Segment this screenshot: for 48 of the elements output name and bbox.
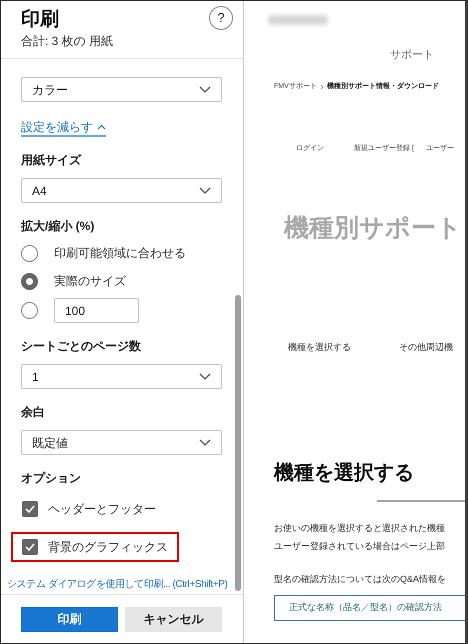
chevron-right-icon	[320, 84, 324, 90]
radio-button[interactable]	[21, 244, 38, 262]
scrollbar-thumb[interactable]	[235, 295, 241, 591]
print-button[interactable]: 印刷	[21, 606, 118, 632]
dropdown-value: A4	[32, 182, 47, 200]
section-label: シートごとのページ数	[21, 338, 142, 354]
site-label: サポート	[390, 48, 435, 63]
page-tab[interactable]: その他周辺機	[399, 340, 453, 354]
dropdown[interactable]: 1	[21, 364, 222, 389]
scale-input[interactable]: 100	[54, 298, 139, 323]
radio-label: 印刷可能領域に合わせる	[54, 245, 186, 262]
radio-button[interactable]	[21, 272, 38, 290]
dropdown[interactable]: カラー	[21, 77, 222, 102]
chevron-down-icon	[199, 86, 211, 93]
chevron-down-icon	[199, 439, 211, 446]
help-button[interactable]: ?	[209, 6, 233, 30]
dropdown[interactable]: 既定値	[21, 430, 222, 455]
radio-button[interactable]	[21, 302, 38, 319]
note-text: 型名の確認方法については次のQ&A情報を	[274, 573, 448, 586]
chevron-down-icon	[199, 373, 211, 380]
section-label: 余白	[21, 404, 46, 420]
panel-title: 印刷	[21, 8, 59, 32]
dropdown[interactable]: A4	[21, 178, 222, 203]
radio-label: 実際のサイズ	[54, 273, 126, 290]
section-label: 拡大/縮小 (%)	[21, 218, 96, 234]
checkbox[interactable]	[22, 501, 38, 517]
page-tab[interactable]: 機種を選択する	[288, 340, 351, 354]
chevron-up-icon	[97, 124, 106, 130]
dropdown-value: 1	[32, 368, 39, 386]
section-label: オプション	[21, 470, 82, 486]
section-label: 用紙サイズ	[21, 152, 82, 168]
page-title: 機種別サポート	[284, 212, 463, 242]
check-icon	[25, 543, 35, 551]
checkbox-label: ヘッダーとフッター	[48, 501, 156, 518]
checkbox-label: 背景のグラフィックス	[48, 539, 168, 556]
dropdown-value: カラー	[32, 82, 68, 98]
fewer-settings-link[interactable]: 設定を減らす	[21, 119, 106, 137]
check-icon	[25, 505, 35, 513]
cancel-button[interactable]: キャンセル	[125, 606, 222, 632]
description-paragraph: お使いの機種を選択すると選択された機種 ユーザー登録されている場合はページ上部	[274, 522, 446, 553]
model-name-link-button[interactable]: 正式な名称（品名／型名）の確認方法	[274, 594, 465, 620]
sheet-count: 合計: 3 枚の 用紙	[21, 33, 114, 49]
section-heading: 機種を選択する	[274, 461, 415, 486]
chevron-down-icon	[199, 187, 211, 194]
checkbox[interactable]	[22, 539, 38, 555]
dropdown-value: 既定値	[32, 434, 68, 452]
blurred-text-placeholder	[268, 15, 328, 25]
system-dialog-link[interactable]: システム ダイアログを使用して印刷... (Ctrl+Shift+P)	[7, 576, 228, 593]
